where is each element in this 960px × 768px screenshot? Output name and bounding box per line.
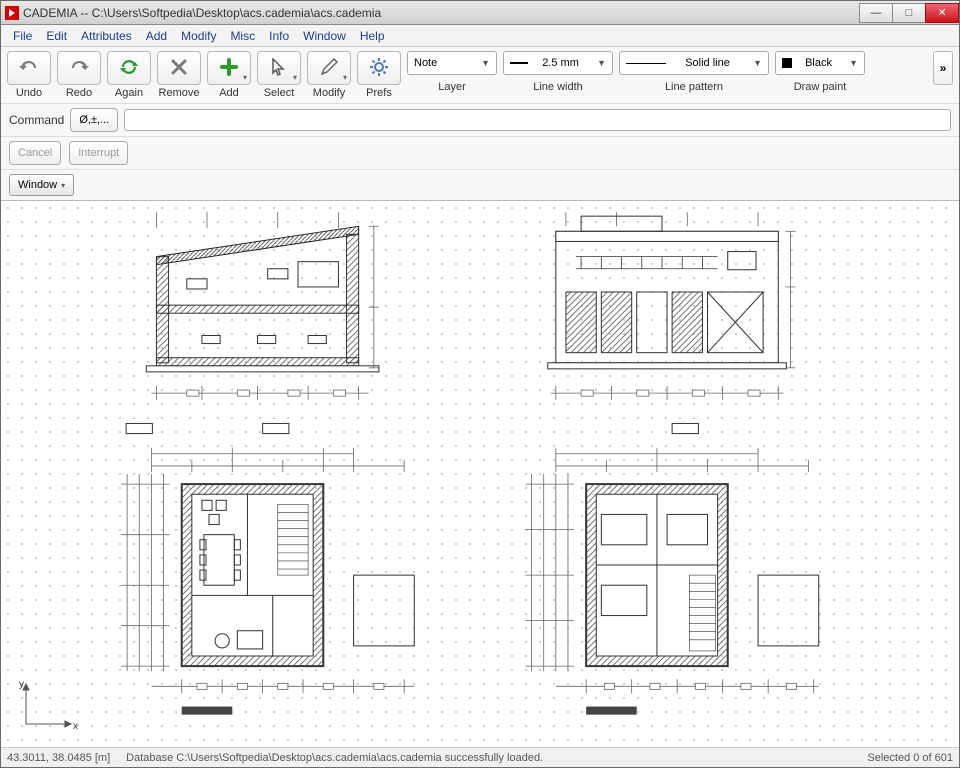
command-input[interactable]	[124, 109, 951, 131]
close-button[interactable]: ✕	[925, 3, 959, 23]
undo-label: Undo	[16, 87, 42, 99]
cursor-icon	[271, 58, 287, 79]
layer-select[interactable]: Note▼	[407, 51, 497, 75]
cad-drawing	[1, 201, 959, 747]
toolbar-overflow-button[interactable]: »	[933, 51, 953, 85]
again-button[interactable]	[107, 51, 151, 85]
select-button[interactable]	[257, 51, 301, 85]
add-label: Add	[219, 87, 239, 99]
menu-help[interactable]: Help	[354, 27, 391, 45]
pencil-icon	[320, 58, 338, 79]
line-pattern-select[interactable]: Solid line▼	[619, 51, 769, 75]
insert-symbol-button[interactable]: Ø,±,...	[70, 108, 118, 132]
status-bar: 43.3011, 38.0485 [m] Database C:\Users\S…	[1, 747, 959, 767]
modify-button[interactable]	[307, 51, 351, 85]
menubar: File Edit Attributes Add Modify Misc Inf…	[1, 25, 959, 47]
window-title: CADEMIA -- C:\Users\Softpedia\Desktop\ac…	[23, 6, 860, 20]
color-swatch-icon	[782, 58, 792, 68]
redo-button[interactable]	[57, 51, 101, 85]
command-bar: Command Ø,±,...	[1, 104, 959, 137]
undo-button[interactable]	[7, 51, 51, 85]
menu-file[interactable]: File	[7, 27, 38, 45]
window-tab-label: Window	[18, 179, 57, 191]
gear-icon	[369, 57, 389, 80]
modify-label: Modify	[313, 87, 345, 99]
remove-button[interactable]	[157, 51, 201, 85]
redo-icon	[68, 58, 90, 79]
draw-paint-label: Draw paint	[794, 81, 847, 93]
line-width-preview-icon	[510, 62, 528, 64]
command-label: Command	[9, 113, 64, 127]
menu-edit[interactable]: Edit	[40, 27, 73, 45]
cancel-button[interactable]: Cancel	[9, 141, 61, 165]
line-width-label: Line width	[533, 81, 583, 93]
x-icon	[170, 58, 188, 79]
tab-row: Window	[1, 170, 959, 201]
menu-add[interactable]: Add	[140, 27, 173, 45]
line-width-value: 2.5 mm	[542, 57, 579, 69]
toolbar: Undo Redo Again Remove Add	[1, 47, 959, 104]
menu-info[interactable]: Info	[263, 27, 295, 45]
menu-misc[interactable]: Misc	[224, 27, 261, 45]
maximize-button[interactable]: □	[892, 3, 926, 23]
control-row: Cancel Interrupt	[1, 137, 959, 170]
add-button[interactable]	[207, 51, 251, 85]
plus-icon	[220, 58, 238, 79]
app-icon	[5, 6, 19, 20]
axis-y-label: y	[19, 679, 24, 690]
window-tab[interactable]: Window	[9, 174, 74, 196]
menu-window[interactable]: Window	[297, 27, 352, 45]
line-pattern-preview-icon	[626, 63, 666, 64]
axis-x-label: x	[73, 721, 78, 732]
status-coords: 43.3011, 38.0485 [m]	[7, 752, 110, 764]
minimize-button[interactable]: —	[859, 3, 893, 23]
menu-attributes[interactable]: Attributes	[75, 27, 138, 45]
menu-modify[interactable]: Modify	[175, 27, 222, 45]
axis-gizmo: x y	[11, 679, 81, 739]
status-selection: Selected 0 of 601	[867, 752, 953, 764]
redo-label: Redo	[66, 87, 92, 99]
line-width-select[interactable]: 2.5 mm▼	[503, 51, 613, 75]
layer-label: Layer	[438, 81, 466, 93]
titlebar: CADEMIA -- C:\Users\Softpedia\Desktop\ac…	[1, 1, 959, 25]
undo-icon	[18, 58, 40, 79]
draw-paint-value: Black	[805, 57, 832, 69]
line-pattern-label: Line pattern	[665, 81, 723, 93]
remove-label: Remove	[159, 87, 200, 99]
status-message: Database C:\Users\Softpedia\Desktop\acs.…	[126, 752, 543, 764]
again-label: Again	[115, 87, 143, 99]
prefs-button[interactable]	[357, 51, 401, 85]
refresh-icon	[118, 57, 140, 80]
draw-paint-select[interactable]: Black▼	[775, 51, 865, 75]
prefs-label: Prefs	[366, 87, 392, 99]
layer-value: Note	[414, 57, 437, 69]
select-label: Select	[264, 87, 295, 99]
line-pattern-value: Solid line	[685, 57, 730, 69]
drawing-canvas[interactable]: x y	[1, 201, 959, 747]
interrupt-button[interactable]: Interrupt	[69, 141, 128, 165]
